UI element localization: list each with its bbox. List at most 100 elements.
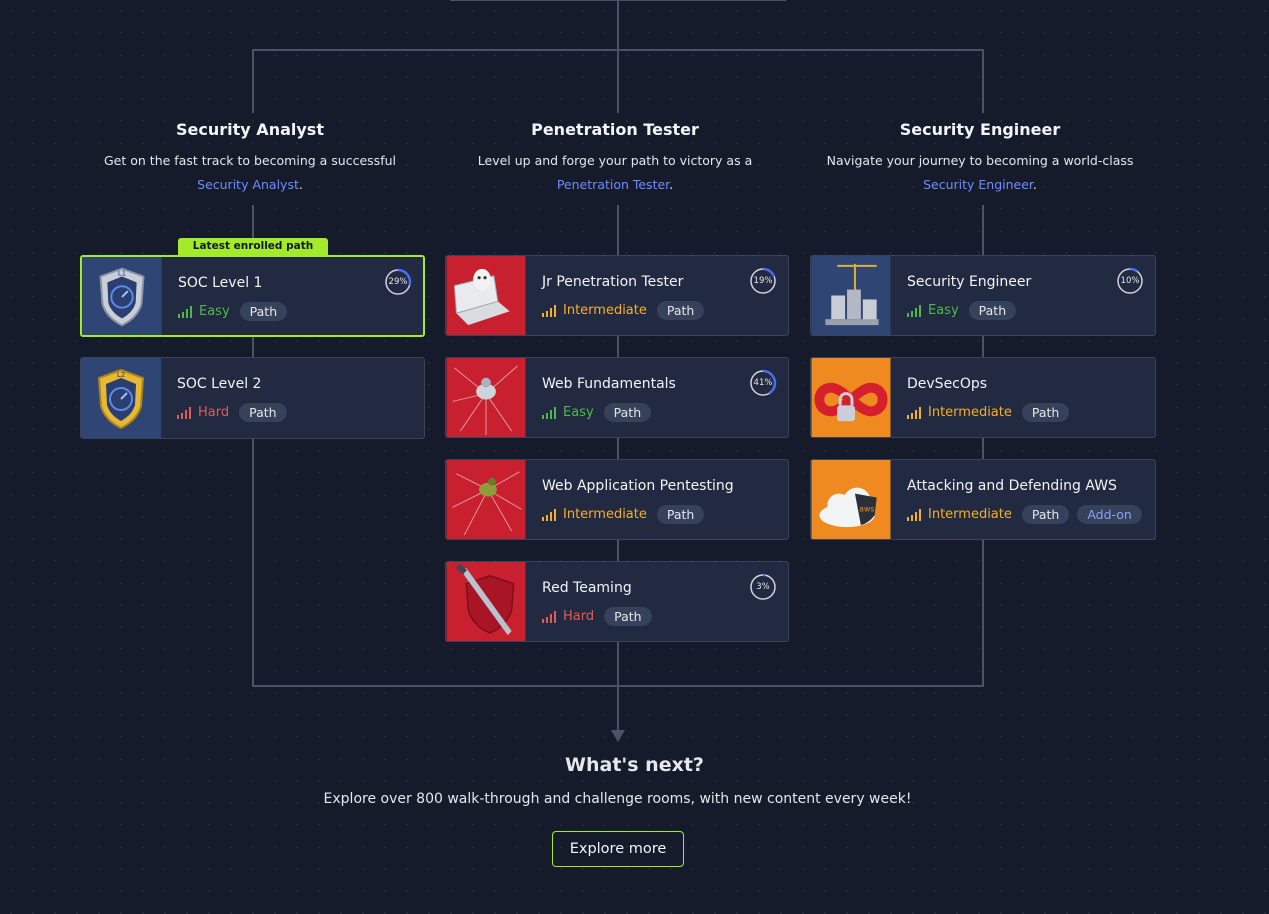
- infinity-lock-icon: [811, 358, 891, 437]
- server-crane-icon: [811, 256, 891, 335]
- column-desc-suffix: .: [1032, 177, 1037, 192]
- card-title: Web Application Pentesting: [542, 478, 734, 494]
- spider-icon: [446, 358, 526, 437]
- latest-enrolled-badge: Latest enrolled path: [178, 238, 328, 255]
- type-pill: Path: [604, 607, 652, 626]
- arrow-down-icon: [611, 730, 625, 742]
- whats-next-description: Explore over 800 walk-through and challe…: [323, 791, 912, 807]
- difficulty-label: Intermediate: [563, 303, 647, 318]
- progress-label: 3%: [756, 582, 770, 592]
- column-title: Security Analyst: [176, 120, 324, 139]
- card-meta: Hard Path: [177, 403, 287, 422]
- column-link[interactable]: Security Analyst: [197, 177, 299, 192]
- type-pill: Path: [656, 505, 705, 524]
- difficulty-hard-icon: [177, 406, 191, 419]
- difficulty-intermediate-icon: [907, 508, 921, 521]
- card-title: SOC Level 1: [178, 275, 263, 291]
- card-meta: Easy Path: [542, 403, 652, 422]
- whats-next-title: What's next?: [565, 754, 704, 776]
- column-desc-text: Navigate your journey to becoming a worl…: [826, 153, 1134, 168]
- path-card-security-engineer[interactable]: Security Engineer Easy Path 10%: [810, 255, 1156, 336]
- svg-text:aws: aws: [859, 504, 874, 513]
- card-meta: Intermediate Path Add-on: [907, 505, 1142, 524]
- type-pill: Path: [239, 403, 287, 422]
- type-pill: Path: [239, 302, 288, 321]
- shield-l2-icon: L2: [81, 358, 161, 438]
- explore-more-button[interactable]: Explore more: [552, 831, 684, 867]
- progress-label: 29%: [388, 277, 408, 287]
- path-card-devsecops[interactable]: DevSecOps Intermediate Path: [810, 357, 1156, 438]
- difficulty-label: Intermediate: [563, 507, 647, 522]
- card-title: Security Engineer: [907, 274, 1032, 290]
- path-card-web-fundamentals[interactable]: Web Fundamentals Easy Path 41%: [445, 357, 789, 438]
- path-card-red-teaming[interactable]: Red Teaming Hard Path 3%: [445, 561, 789, 642]
- card-title: Jr Penetration Tester: [542, 274, 684, 290]
- progress-label: 10%: [1120, 276, 1140, 286]
- column-link[interactable]: Security Engineer: [923, 177, 1033, 192]
- column-title: Security Engineer: [899, 120, 1061, 139]
- column-title: Penetration Tester: [531, 120, 699, 139]
- difficulty-easy-icon: [542, 406, 556, 419]
- path-card-web-application-pentesting[interactable]: Web Application Pentesting Intermediate …: [445, 459, 789, 540]
- difficulty-label: Easy: [928, 303, 959, 318]
- difficulty-intermediate-icon: [542, 304, 556, 317]
- dagger-shield-icon: [446, 562, 526, 641]
- column-desc-text: Get on the fast track to becoming a succ…: [104, 153, 396, 168]
- difficulty-label: Easy: [199, 304, 230, 319]
- aws-cloud-icon: aws: [811, 460, 891, 539]
- progress-ring: 29%: [384, 268, 412, 296]
- type-pill: Path: [1021, 403, 1070, 422]
- type-pill: Path: [1021, 505, 1070, 524]
- difficulty-intermediate-icon: [907, 406, 921, 419]
- card-meta: Intermediate Path: [907, 403, 1070, 422]
- difficulty-label: Easy: [563, 405, 594, 420]
- card-meta: Hard Path: [542, 607, 652, 626]
- difficulty-label: Intermediate: [928, 405, 1012, 420]
- card-title: Web Fundamentals: [542, 376, 676, 392]
- card-title: DevSecOps: [907, 376, 988, 392]
- spider-web-icon: [446, 460, 526, 539]
- difficulty-intermediate-icon: [542, 508, 556, 521]
- column-link[interactable]: Penetration Tester: [557, 177, 669, 192]
- card-title: Attacking and Defending AWS: [907, 478, 1117, 494]
- path-card-attacking-and-defending-aws[interactable]: aws Attacking and Defending AWS Intermed…: [810, 459, 1156, 540]
- difficulty-label: Hard: [563, 609, 595, 624]
- card-meta: Easy Path: [178, 302, 288, 321]
- column-desc-suffix: .: [669, 177, 674, 192]
- difficulty-label: Intermediate: [928, 507, 1012, 522]
- column-description: Navigate your journey to becoming a worl…: [800, 149, 1160, 197]
- column-penetration-tester: Penetration Tester Level up and forge yo…: [435, 120, 795, 197]
- type-pill: Path: [656, 301, 705, 320]
- type-pill: Path: [968, 301, 1017, 320]
- card-title: SOC Level 2: [177, 376, 262, 392]
- column-security-engineer: Security Engineer Navigate your journey …: [800, 120, 1160, 197]
- card-meta: Intermediate Path: [542, 301, 705, 320]
- progress-ring: 10%: [1116, 267, 1144, 295]
- shield-l1-icon: L1: [82, 257, 162, 335]
- progress-ring: 3%: [749, 573, 777, 601]
- addon-pill: Add-on: [1077, 505, 1142, 524]
- progress-label: 41%: [753, 378, 773, 388]
- path-card-jr-penetration-tester[interactable]: Jr Penetration Tester Intermediate Path …: [445, 255, 789, 336]
- difficulty-easy-icon: [178, 305, 192, 318]
- path-card-soc-level-2[interactable]: L2 SOC Level 2 Hard Path: [80, 357, 425, 439]
- column-desc-text: Level up and forge your path to victory …: [477, 153, 753, 168]
- column-desc-suffix: .: [298, 177, 303, 192]
- card-meta: Easy Path: [907, 301, 1017, 320]
- progress-ring: 41%: [749, 369, 777, 397]
- column-description: Get on the fast track to becoming a succ…: [70, 149, 430, 197]
- difficulty-hard-icon: [542, 610, 556, 623]
- type-pill: Path: [603, 403, 652, 422]
- difficulty-label: Hard: [198, 405, 230, 420]
- progress-ring: 19%: [749, 267, 777, 295]
- path-card-soc-level-1[interactable]: L1 SOC Level 1 Easy Path 29%: [80, 255, 425, 337]
- column-security-analyst: Security Analyst Get on the fast track t…: [70, 120, 430, 197]
- card-title: Red Teaming: [542, 580, 632, 596]
- difficulty-easy-icon: [907, 304, 921, 317]
- progress-label: 19%: [753, 276, 773, 286]
- column-description: Level up and forge your path to victory …: [435, 149, 795, 197]
- svg-text:L2: L2: [117, 371, 125, 379]
- card-meta: Intermediate Path: [542, 505, 705, 524]
- laptop-icon: [446, 256, 526, 335]
- svg-text:L1: L1: [118, 270, 126, 278]
